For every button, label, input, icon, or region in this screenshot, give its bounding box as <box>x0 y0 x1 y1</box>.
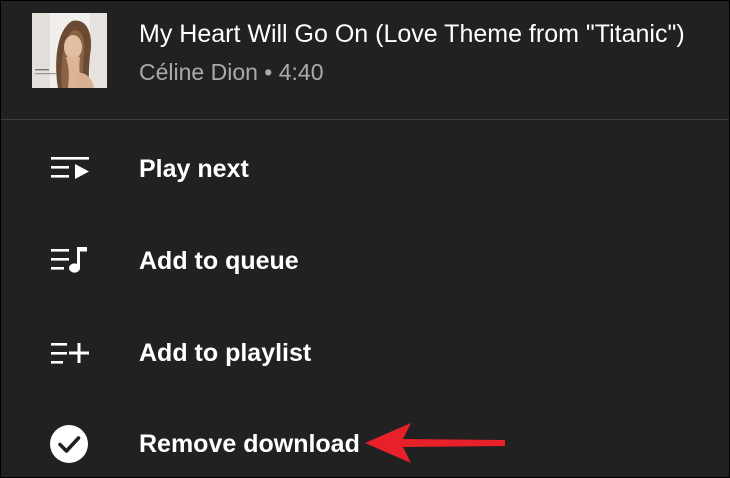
track-title: My Heart Will Go On (Love Theme from "Ti… <box>139 20 685 48</box>
add-to-queue-icon <box>49 245 93 277</box>
menu-item-label: Remove download <box>139 430 360 458</box>
menu-item-label: Add to playlist <box>139 339 312 367</box>
menu-item-play-next[interactable]: Play next <box>1 123 729 215</box>
downloaded-check-icon <box>49 425 93 463</box>
add-to-playlist-icon <box>49 337 93 369</box>
menu-item-label: Play next <box>139 155 249 183</box>
album-cover-image <box>32 13 107 88</box>
track-artist-duration: Céline Dion • 4:40 <box>139 59 324 85</box>
track-header: My Heart Will Go On (Love Theme from "Ti… <box>1 1 729 119</box>
album-art <box>32 13 107 88</box>
song-options-sheet: My Heart Will Go On (Love Theme from "Ti… <box>0 0 730 478</box>
menu-item-add-to-queue[interactable]: Add to queue <box>1 215 729 307</box>
menu-item-add-to-playlist[interactable]: Add to playlist <box>1 307 729 399</box>
header-divider <box>1 119 729 120</box>
menu-item-label: Add to queue <box>139 247 299 275</box>
annotation-arrow <box>365 423 505 463</box>
annotation-arrow-shape <box>365 423 505 463</box>
play-next-icon <box>49 153 93 185</box>
